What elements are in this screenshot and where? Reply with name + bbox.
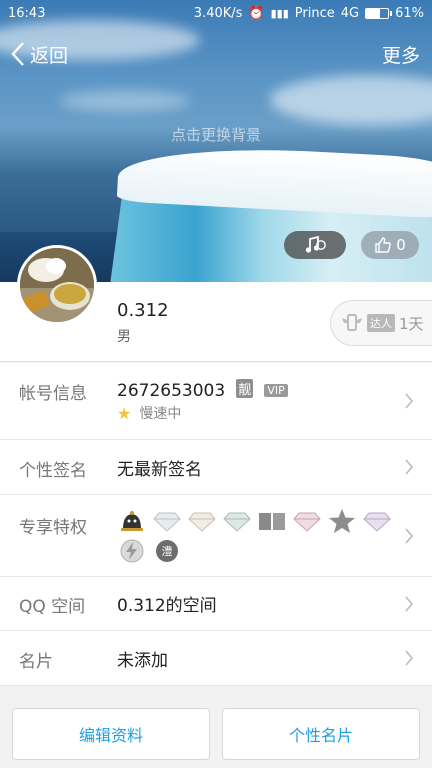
daren-days: 1天 xyxy=(399,314,424,333)
row-label: 个性签名 xyxy=(19,461,87,481)
lightning-icon xyxy=(117,538,147,564)
chevron-right-icon xyxy=(405,459,414,475)
book-icon xyxy=(257,508,287,534)
more-button[interactable]: 更多 xyxy=(382,41,420,68)
back-button[interactable]: 返回 xyxy=(10,41,68,68)
status-bar: 16:43 3.40K/s ⏰ ▮▮▮ Prince 4G 61% xyxy=(0,0,432,26)
privileges-row[interactable]: 专享特权 澧 xyxy=(0,495,432,577)
row-label: QQ 空间 xyxy=(19,597,86,617)
battery-percent: 61% xyxy=(395,5,424,21)
battery-level xyxy=(366,8,380,18)
signature-value: 无最新签名 xyxy=(117,459,202,480)
row-label: 专享特权 xyxy=(19,518,87,538)
diamond-pink-icon xyxy=(292,508,322,534)
penguin-bell-icon xyxy=(117,508,147,534)
phone-wings-icon xyxy=(342,314,362,331)
star-icon: ★ xyxy=(117,403,132,423)
status-time: 16:43 xyxy=(8,5,46,21)
avatar-image xyxy=(20,248,94,322)
music-note-icon xyxy=(305,236,326,253)
status-indicators: 3.40K/s ⏰ ▮▮▮ Prince 4G 61% xyxy=(194,6,424,21)
like-count: 0 xyxy=(396,236,406,254)
row-label: 帐号信息 xyxy=(19,384,87,404)
chevron-left-icon xyxy=(11,42,24,66)
diamond-icon xyxy=(222,508,252,534)
alarm-icon: ⏰ xyxy=(248,5,265,21)
vip-tag: VIP xyxy=(264,384,288,397)
cloud-decoration xyxy=(60,90,190,112)
qzone-row[interactable]: QQ 空间 0.312的空间 xyxy=(0,577,432,631)
skin-icon: 澧 xyxy=(152,538,182,564)
chevron-right-icon xyxy=(405,528,414,544)
gender: 男 xyxy=(117,329,131,345)
music-button[interactable] xyxy=(284,231,346,259)
change-background-label[interactable]: 点击更换背景 xyxy=(0,124,432,145)
star-icon xyxy=(327,508,357,534)
like-button[interactable]: 0 xyxy=(361,231,419,259)
cloud-decoration xyxy=(270,75,432,125)
signature-row[interactable]: 个性签名 无最新签名 xyxy=(0,440,432,495)
business-card-value: 未添加 xyxy=(117,650,168,671)
qzone-value: 0.312的空间 xyxy=(117,596,217,616)
profile-info-list: 帐号信息 2672653003 靓 VIP ★ 慢速中 个性签名 无最新签名 专… xyxy=(0,363,432,686)
account-number-line: 2672653003 靓 VIP xyxy=(117,379,432,401)
daren-badge-button[interactable]: 达人 1天 xyxy=(330,300,432,346)
account-info-row[interactable]: 帐号信息 2672653003 靓 VIP ★ 慢速中 xyxy=(0,363,432,440)
signal-icon: ▮▮▮ xyxy=(270,6,289,20)
carrier-name: Prince xyxy=(294,5,335,21)
privilege-icons: 澧 xyxy=(117,508,397,564)
liang-tag: 靓 xyxy=(236,379,254,398)
daren-label: 达人 xyxy=(367,314,395,332)
back-label: 返回 xyxy=(30,44,69,67)
diamond-icon xyxy=(187,508,217,534)
diamond-purple-icon xyxy=(362,508,392,534)
bottom-action-bar: 编辑资料 个性名片 xyxy=(0,695,432,768)
svg-text:澧: 澧 xyxy=(162,544,173,558)
nickname: 0.312 xyxy=(117,300,169,321)
speed-status: ★ 慢速中 xyxy=(117,403,432,423)
network-type: 4G xyxy=(340,5,360,21)
network-speed: 3.40K/s xyxy=(193,5,243,21)
chevron-right-icon xyxy=(405,596,414,612)
business-card-row[interactable]: 名片 未添加 xyxy=(0,631,432,686)
edit-profile-button[interactable]: 编辑资料 xyxy=(12,708,210,760)
personal-card-button[interactable]: 个性名片 xyxy=(222,708,420,760)
speed-status-text: 慢速中 xyxy=(139,406,182,422)
chevron-right-icon xyxy=(405,650,414,666)
avatar[interactable] xyxy=(17,245,97,325)
qq-number: 2672653003 xyxy=(117,381,226,401)
top-nav: 返回 更多 xyxy=(0,36,432,72)
row-label: 名片 xyxy=(19,652,53,672)
diamond-icon xyxy=(152,508,182,534)
chevron-right-icon xyxy=(405,393,414,409)
thumbs-up-icon xyxy=(375,237,392,253)
battery-icon xyxy=(365,7,393,19)
